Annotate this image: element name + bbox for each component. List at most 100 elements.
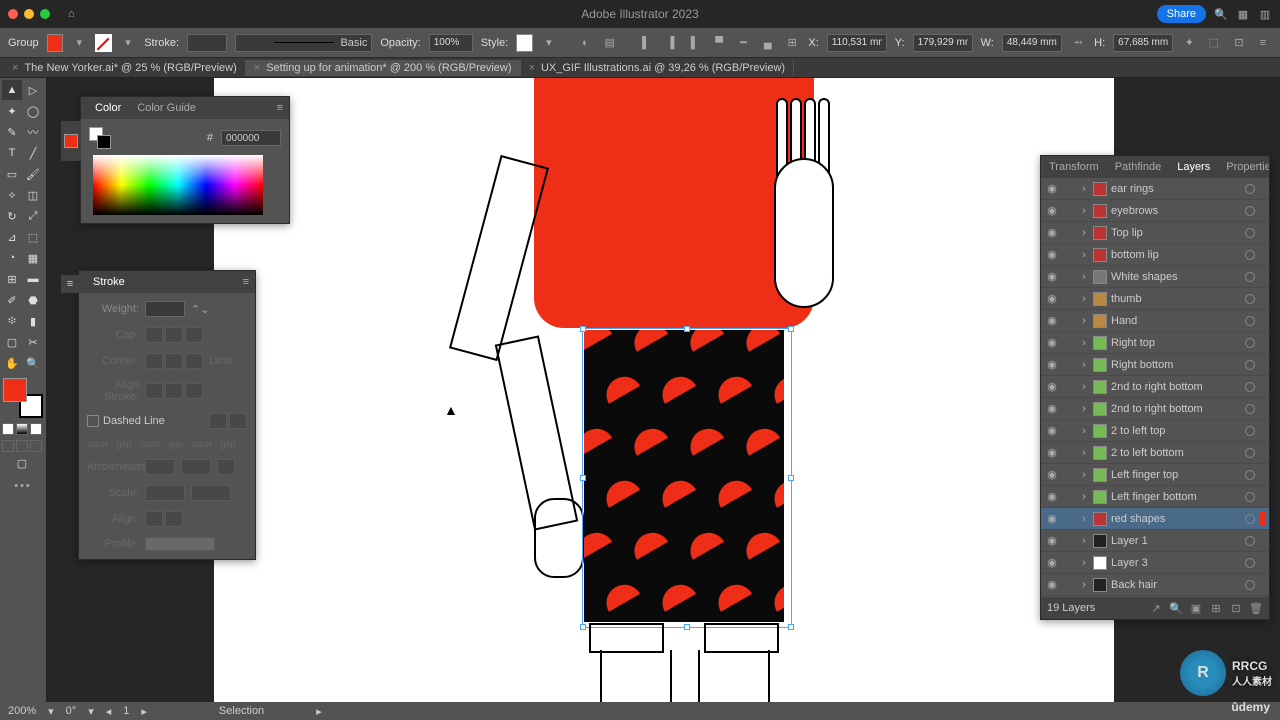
visibility-icon[interactable]: ◉ xyxy=(1045,578,1059,591)
scale-tool[interactable]: ⤢ xyxy=(23,206,43,226)
cap-projecting[interactable] xyxy=(185,327,203,343)
layer-row[interactable]: ◉ › bottom lip xyxy=(1041,244,1269,266)
stroke-weight-input[interactable] xyxy=(187,34,227,52)
color-tab[interactable]: Color xyxy=(87,102,129,114)
rotate-tool[interactable]: ↻ xyxy=(2,206,22,226)
line-tool[interactable]: ╱ xyxy=(23,143,43,163)
layer-name[interactable]: Right bottom xyxy=(1111,359,1241,371)
fill-dropdown-icon[interactable]: ▾ xyxy=(71,34,87,52)
layer-row[interactable]: ◉ › Left finger bottom xyxy=(1041,486,1269,508)
layer-name[interactable]: White shapes xyxy=(1111,271,1241,283)
color-mode-gradient[interactable] xyxy=(16,423,28,435)
side-fill-swatch[interactable] xyxy=(64,134,78,148)
delete-layer-icon[interactable]: 🗑 xyxy=(1249,601,1263,615)
layer-row[interactable]: ◉ › Right top xyxy=(1041,332,1269,354)
dashed-checkbox[interactable] xyxy=(87,415,99,427)
color-spectrum[interactable] xyxy=(93,155,263,215)
stroke-dropdown-icon[interactable]: ▾ xyxy=(120,34,136,52)
scale-end[interactable] xyxy=(191,485,231,501)
hex-input[interactable]: 000000 xyxy=(221,130,281,146)
new-sublayer-icon[interactable]: ⊞ xyxy=(1209,601,1223,615)
eyedropper-tool[interactable]: ✐ xyxy=(2,290,22,310)
layer-row[interactable]: ◉ › Left finger top xyxy=(1041,464,1269,486)
curvature-tool[interactable]: 〰 xyxy=(23,122,43,142)
h-input[interactable] xyxy=(1113,34,1173,52)
symbol-sprayer-tool[interactable]: ፨ xyxy=(2,311,22,331)
panel-tab-pathfinde[interactable]: Pathfinde xyxy=(1107,161,1169,173)
target-icon[interactable] xyxy=(1245,316,1255,326)
align-outside[interactable] xyxy=(185,383,203,399)
color-panel-side-strip[interactable] xyxy=(61,121,81,161)
stroke-panel-collapse-icon[interactable]: ≡ xyxy=(61,275,79,293)
visibility-icon[interactable]: ◉ xyxy=(1045,336,1059,349)
color-stroke-swatch[interactable] xyxy=(97,135,111,149)
layer-row[interactable]: ◉ › Top lip xyxy=(1041,222,1269,244)
layer-name[interactable]: Left finger top xyxy=(1111,469,1241,481)
tab-close-icon[interactable]: × xyxy=(529,62,535,74)
w-input[interactable] xyxy=(1002,34,1062,52)
layer-row[interactable]: ◉ › 2 to left top xyxy=(1041,420,1269,442)
paintbrush-tool[interactable]: 🖌 xyxy=(23,164,43,184)
layer-name[interactable]: Top lip xyxy=(1111,227,1241,239)
arrow-end[interactable] xyxy=(181,459,211,475)
weight-input[interactable] xyxy=(145,301,185,317)
target-icon[interactable] xyxy=(1245,360,1255,370)
cap-round[interactable] xyxy=(165,327,183,343)
expand-icon[interactable]: › xyxy=(1079,579,1089,591)
stroke-panel-menu-icon[interactable]: ≡ xyxy=(243,276,249,288)
type-tool[interactable]: T xyxy=(2,143,22,163)
expand-icon[interactable]: › xyxy=(1079,491,1089,503)
visibility-icon[interactable]: ◉ xyxy=(1045,446,1059,459)
style-swatch[interactable] xyxy=(516,34,533,52)
blend-tool[interactable]: ⬣ xyxy=(23,290,43,310)
tab-close-icon[interactable]: × xyxy=(254,62,260,74)
layer-row[interactable]: ◉ › eyebrows xyxy=(1041,200,1269,222)
visibility-icon[interactable]: ◉ xyxy=(1045,226,1059,239)
layer-row[interactable]: ◉ › 2nd to right bottom xyxy=(1041,376,1269,398)
perspective-tool[interactable]: ▦ xyxy=(23,248,43,268)
tab-close-icon[interactable]: × xyxy=(12,62,18,74)
export-icon[interactable]: ↗ xyxy=(1149,601,1163,615)
dash-align-1[interactable] xyxy=(209,413,227,429)
opacity-input[interactable] xyxy=(429,34,473,52)
target-icon[interactable] xyxy=(1245,382,1255,392)
expand-icon[interactable]: › xyxy=(1079,359,1089,371)
expand-icon[interactable]: › xyxy=(1079,425,1089,437)
target-icon[interactable] xyxy=(1245,404,1255,414)
target-icon[interactable] xyxy=(1245,294,1255,304)
expand-icon[interactable]: › xyxy=(1079,293,1089,305)
layer-row[interactable]: ◉ › Layer 1 xyxy=(1041,530,1269,552)
expand-icon[interactable]: › xyxy=(1079,557,1089,569)
layer-name[interactable]: Hand xyxy=(1111,315,1241,327)
layer-name[interactable]: Back hair xyxy=(1111,579,1241,591)
layer-row[interactable]: ◉ › thumb xyxy=(1041,288,1269,310)
shape-options-icon[interactable]: ✦ xyxy=(1181,34,1197,52)
home-icon[interactable]: ⌂ xyxy=(68,8,75,20)
layer-row[interactable]: ◉ › ear rings xyxy=(1041,178,1269,200)
arrow-swap-icon[interactable] xyxy=(217,459,235,475)
layer-row[interactable]: ◉ › Layer 3 xyxy=(1041,552,1269,574)
eraser-tool[interactable]: ◫ xyxy=(23,185,43,205)
arrow-align-1[interactable] xyxy=(145,511,163,527)
target-icon[interactable] xyxy=(1245,250,1255,260)
scale-start[interactable] xyxy=(145,485,185,501)
link-wh-icon[interactable]: ⥇ xyxy=(1070,34,1086,52)
edit-toolbar-icon[interactable]: ••• xyxy=(2,480,44,492)
maximize-window[interactable] xyxy=(40,9,50,19)
expand-icon[interactable]: › xyxy=(1079,403,1089,415)
layer-name[interactable]: Right top xyxy=(1111,337,1241,349)
align-left-icon[interactable]: ▌ xyxy=(638,34,654,52)
corner-miter[interactable] xyxy=(145,353,163,369)
brush-dropdown[interactable]: Basic xyxy=(235,34,372,52)
layer-name[interactable]: 2 to left bottom xyxy=(1111,447,1241,459)
visibility-icon[interactable]: ◉ xyxy=(1045,292,1059,305)
rectangle-tool[interactable]: ▭ xyxy=(2,164,22,184)
target-icon[interactable] xyxy=(1245,558,1255,568)
visibility-icon[interactable]: ◉ xyxy=(1045,556,1059,569)
align-mid-icon[interactable]: ━ xyxy=(735,34,751,52)
visibility-icon[interactable]: ◉ xyxy=(1045,358,1059,371)
layer-name[interactable]: Layer 3 xyxy=(1111,557,1241,569)
expand-icon[interactable]: › xyxy=(1079,271,1089,283)
target-icon[interactable] xyxy=(1245,184,1255,194)
color-mode-none[interactable] xyxy=(30,423,42,435)
